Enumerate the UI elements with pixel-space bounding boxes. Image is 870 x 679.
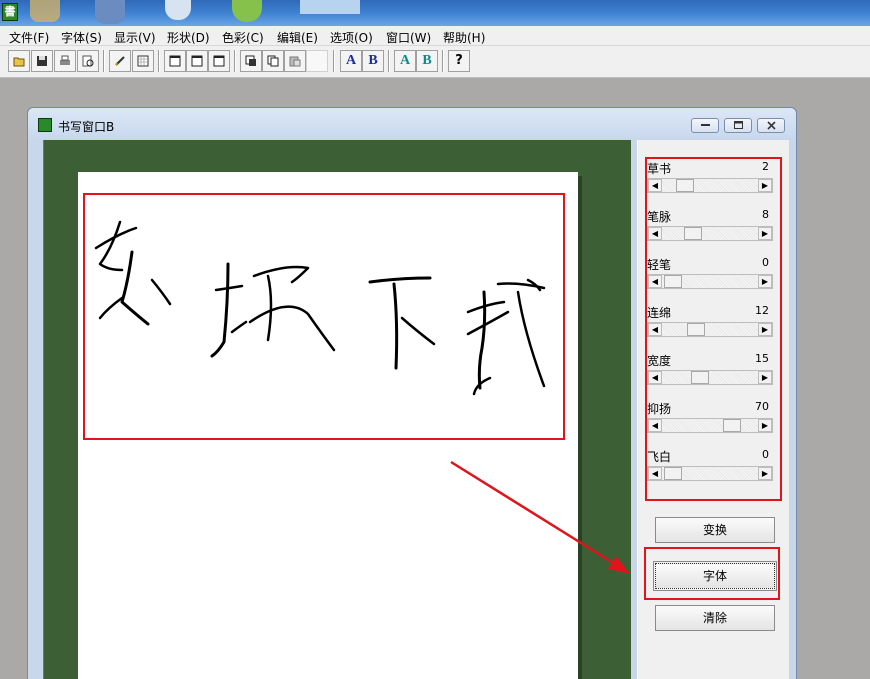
print-preview-icon[interactable] [77,50,99,72]
font-a-teal-button[interactable]: A [394,50,416,72]
desktop-icon [232,0,262,22]
restore-button[interactable] [724,118,752,133]
menu-color[interactable]: 色彩(C) [222,29,264,46]
window-3-icon[interactable] [208,50,230,72]
menu-window[interactable]: 窗口(W) [386,29,431,46]
menu-options[interactable]: 选项(O) [330,29,373,46]
annotation-box-font-button [644,547,780,600]
toolbar-separator [103,50,105,72]
open-folder-icon[interactable] [8,50,30,72]
print-icon[interactable] [54,50,76,72]
window-app-icon [38,118,52,132]
clear-button[interactable]: 清除 [655,605,775,631]
window-1-icon[interactable] [164,50,186,72]
menu-font[interactable]: 字体(S) [61,29,102,46]
menu-view[interactable]: 显示(V) [114,29,156,46]
menu-help[interactable]: 帮助(H) [443,29,485,46]
font-b-blue-button[interactable]: B [362,50,384,72]
blank-icon[interactable] [306,50,328,72]
window-title: 书写窗口B [58,120,115,134]
toolbar-separator [333,50,335,72]
convert-button[interactable]: 变换 [655,517,775,543]
paste-icon[interactable] [284,50,306,72]
annotation-box-text [83,193,565,440]
toolbar-separator [158,50,160,72]
close-icon[interactable] [757,118,785,133]
help-icon[interactable]: ? [448,50,470,72]
desktop-icon [95,0,125,24]
toolbar-separator [388,50,390,72]
pen-icon[interactable] [109,50,131,72]
desktop-icon [300,0,360,14]
toolbar: A B A B ? [0,46,870,78]
font-a-blue-button[interactable]: A [340,50,362,72]
minimize-button[interactable] [691,118,719,133]
cut-icon[interactable] [240,50,262,72]
annotation-box-sliders [645,157,782,501]
menu-bar: 文件(F) 字体(S) 显示(V) 形状(D) 色彩(C) 编辑(E) 选项(O… [0,26,870,46]
save-icon[interactable] [31,50,53,72]
menu-shape[interactable]: 形状(D) [167,29,210,46]
toolbar-separator [234,50,236,72]
window-2-icon[interactable] [186,50,208,72]
desktop-strip: 書 [0,0,870,26]
desktop-icon [165,0,191,20]
grid-icon[interactable] [132,50,154,72]
font-b-teal-button[interactable]: B [416,50,438,72]
toolbar-separator [442,50,444,72]
copy-icon[interactable] [262,50,284,72]
menu-file[interactable]: 文件(F) [9,29,49,46]
desktop-icon [30,0,60,22]
app-logo-icon: 書 [2,3,18,21]
menu-edit[interactable]: 编辑(E) [277,29,318,46]
window-titlebar: 书写窗口B [28,108,796,138]
